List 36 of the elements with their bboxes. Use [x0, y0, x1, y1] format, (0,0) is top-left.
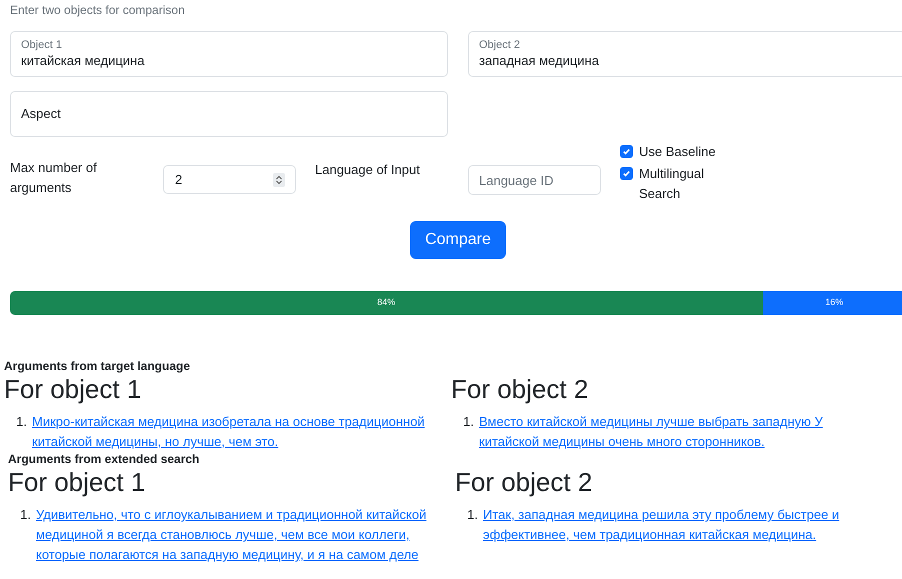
object-field[interactable]: Object 1 китайская медицина [10, 31, 448, 77]
language-label: Language of Input [315, 161, 421, 179]
field-value: западная медицина [479, 52, 600, 69]
argument-link[interactable]: Удивительно, что с иглоукалыванием и традиционной китайской медициной я всегда становлюсь лучше, чем все мои коллеги, которые полагаются на западную медицину, и я на самом деле [36, 505, 450, 565]
checkbox[interactable] [620, 145, 633, 158]
section-title: Arguments from extended search [8, 452, 200, 466]
column-heading: For object 2 [451, 374, 590, 404]
checkbox-label[interactable]: Multilingual Search [639, 164, 719, 204]
field-label: Object 1 [21, 39, 63, 52]
progress-segment: 16% [762, 291, 902, 315]
checkbox[interactable] [620, 167, 633, 180]
compare-button[interactable]: Compare [410, 221, 506, 259]
column-heading: For object 1 [8, 467, 146, 497]
list-number: 1. [19, 506, 32, 524]
column-heading: For object 2 [455, 467, 594, 497]
list-number: 1. [15, 413, 28, 431]
section-title: Arguments from target language [4, 359, 192, 373]
object-field[interactable]: Object 2 западная медицина [468, 31, 902, 77]
argument-link[interactable]: Итак, западная медицина решила эту проблему быстрее и эффективнее, чем традиционная китайская медицина. [483, 505, 853, 545]
spinner-icon[interactable] [273, 172, 285, 186]
list-number: 1. [466, 506, 479, 524]
number-field[interactable]: 2 [163, 165, 296, 194]
check-icon [622, 147, 631, 156]
argument-link[interactable]: Вместо китайской медицины лучше выбрать западную У китайской медицины очень много сторонников. [479, 412, 849, 452]
max-arguments-label: Max number of arguments [10, 159, 98, 197]
field-value: китайская медицина [21, 52, 146, 69]
aspect-field[interactable]: Aspect [10, 91, 448, 137]
language-field[interactable]: Language ID [468, 165, 601, 195]
column-heading: For object 1 [4, 374, 142, 404]
field-label: Object 2 [479, 39, 521, 52]
checkbox-label[interactable]: Use Baseline [639, 142, 719, 162]
progress-segment: 84% [10, 291, 763, 315]
intro-text: Enter two objects for comparison [10, 3, 186, 17]
argument-link[interactable]: Микро-китайская медицина изобретала на основе традиционной китайской медицины, но лучше, чем это. [32, 412, 446, 452]
check-icon [622, 169, 631, 178]
list-number: 1. [462, 413, 475, 431]
